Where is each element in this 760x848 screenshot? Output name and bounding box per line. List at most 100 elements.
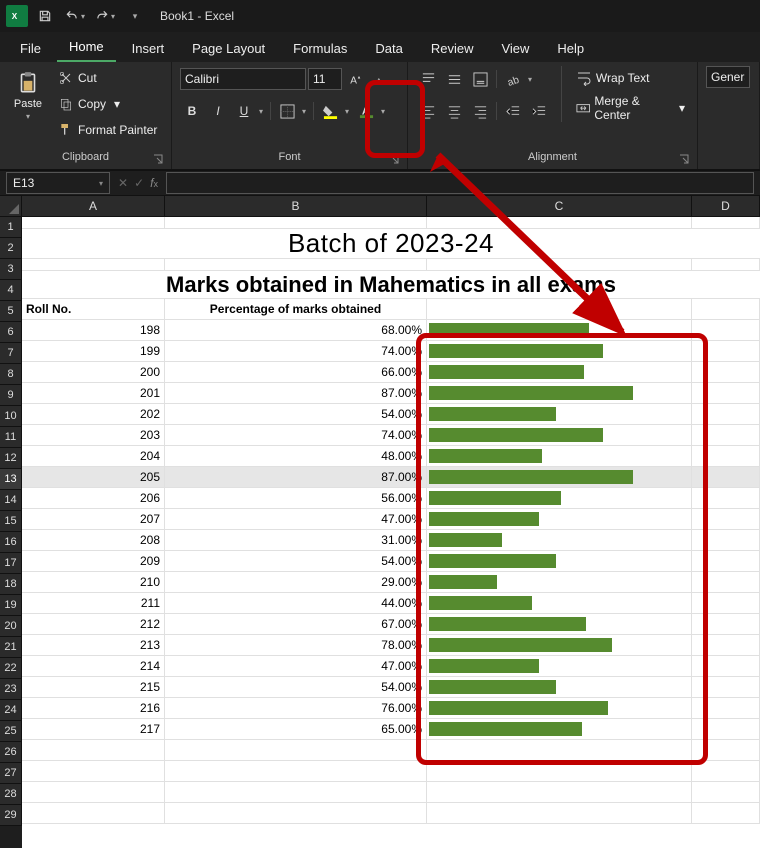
cell-rollno[interactable]: 204 [22, 446, 165, 467]
cell-pct[interactable]: 87.00% [165, 383, 427, 404]
decrease-font-icon[interactable]: A▾ [370, 67, 394, 91]
cell-databar[interactable] [427, 509, 692, 530]
bold-button[interactable]: B [180, 99, 204, 123]
row-header[interactable]: 25 [0, 721, 21, 742]
underline-button[interactable]: U [232, 99, 256, 123]
col-header-A[interactable]: A [22, 196, 165, 216]
alignment-launcher-icon[interactable] [679, 153, 691, 165]
align-left-icon[interactable] [416, 99, 440, 123]
cell-pct[interactable]: 56.00% [165, 488, 427, 509]
increase-indent-icon[interactable] [527, 99, 551, 123]
cell-rollno[interactable]: 203 [22, 425, 165, 446]
cell-databar[interactable] [427, 551, 692, 572]
cell-rollno[interactable]: 205 [22, 467, 165, 488]
cell-pct[interactable]: 67.00% [165, 614, 427, 635]
number-format-select[interactable] [706, 66, 750, 88]
cell-databar[interactable] [427, 341, 692, 362]
cell-pct[interactable]: 74.00% [165, 341, 427, 362]
row-headers[interactable]: 1234567891011121314151617181920212223242… [0, 217, 22, 826]
cell-pct[interactable]: 66.00% [165, 362, 427, 383]
row-header[interactable]: 6 [0, 322, 21, 343]
cell-pct[interactable]: 68.00% [165, 320, 427, 341]
cell-databar[interactable] [427, 656, 692, 677]
cell-pct[interactable]: 76.00% [165, 698, 427, 719]
cell-pct[interactable]: 31.00% [165, 530, 427, 551]
cell-rollno[interactable]: 202 [22, 404, 165, 425]
tab-formulas[interactable]: Formulas [281, 35, 359, 62]
cell-databar[interactable] [427, 698, 692, 719]
cell-rollno[interactable]: 198 [22, 320, 165, 341]
row-header[interactable]: 2 [0, 238, 21, 259]
align-middle-icon[interactable] [442, 67, 466, 91]
cell-pct[interactable]: 54.00% [165, 677, 427, 698]
align-top-icon[interactable] [416, 67, 440, 91]
cancel-formula-icon[interactable]: ✕ [118, 176, 128, 190]
cell-databar[interactable] [427, 404, 692, 425]
row-header[interactable]: 11 [0, 427, 21, 448]
borders-menu[interactable]: ▾ [299, 107, 309, 116]
row-header[interactable]: 9 [0, 385, 21, 406]
cell-rollno[interactable]: 211 [22, 593, 165, 614]
row-header[interactable]: 5 [0, 301, 21, 322]
col-header-C[interactable]: C [427, 196, 692, 216]
cell-rollno[interactable]: 210 [22, 572, 165, 593]
col-header-D[interactable]: D [692, 196, 760, 216]
tab-page-layout[interactable]: Page Layout [180, 35, 277, 62]
cell-pct[interactable]: 47.00% [165, 509, 427, 530]
row-header[interactable]: 4 [0, 280, 21, 301]
align-right-icon[interactable] [468, 99, 492, 123]
decrease-indent-icon[interactable] [501, 99, 525, 123]
cell-rollno[interactable]: 207 [22, 509, 165, 530]
cell-databar[interactable] [427, 593, 692, 614]
cell-databar[interactable] [427, 635, 692, 656]
align-bottom-icon[interactable] [468, 67, 492, 91]
cell-rollno[interactable]: 212 [22, 614, 165, 635]
underline-menu[interactable]: ▾ [256, 107, 266, 116]
font-name-select[interactable] [180, 68, 306, 90]
cell-rollno[interactable]: 208 [22, 530, 165, 551]
redo-icon[interactable]: ▾ [92, 3, 118, 29]
cell-databar[interactable] [427, 467, 692, 488]
cell-rollno[interactable]: 200 [22, 362, 165, 383]
cell-rollno[interactable]: 214 [22, 656, 165, 677]
row-header[interactable]: 15 [0, 511, 21, 532]
tab-insert[interactable]: Insert [120, 35, 177, 62]
format-painter-button[interactable]: Format Painter [54, 118, 161, 142]
tab-file[interactable]: File [8, 35, 53, 62]
row-header[interactable]: 20 [0, 616, 21, 637]
cell-pct[interactable]: 87.00% [165, 467, 427, 488]
row-header[interactable]: 18 [0, 574, 21, 595]
row-header[interactable]: 19 [0, 595, 21, 616]
cell-databar[interactable] [427, 677, 692, 698]
col-header-B[interactable]: B [165, 196, 427, 216]
row-header[interactable]: 29 [0, 805, 21, 826]
cell-grid[interactable]: Batch of 2023-24Marks obtained in Mahema… [22, 217, 760, 848]
row-header[interactable]: 23 [0, 679, 21, 700]
qat-customize-icon[interactable]: ▾ [122, 3, 148, 29]
cell-pct[interactable]: 48.00% [165, 446, 427, 467]
cell-databar[interactable] [427, 320, 692, 341]
cell-pct[interactable]: 54.00% [165, 551, 427, 572]
align-center-icon[interactable] [442, 99, 466, 123]
row-header[interactable]: 17 [0, 553, 21, 574]
save-icon[interactable] [32, 3, 58, 29]
tab-view[interactable]: View [489, 35, 541, 62]
font-color-button[interactable]: A [354, 99, 378, 123]
row-header[interactable]: 3 [0, 259, 21, 280]
increase-font-icon[interactable]: A▴ [344, 67, 368, 91]
fill-color-menu[interactable]: ▾ [342, 107, 352, 116]
cell-databar[interactable] [427, 719, 692, 740]
row-header[interactable]: 10 [0, 406, 21, 427]
row-header[interactable]: 27 [0, 763, 21, 784]
row-header[interactable]: 24 [0, 700, 21, 721]
cell-databar[interactable] [427, 425, 692, 446]
cell-pct[interactable]: 47.00% [165, 656, 427, 677]
cell-pct[interactable]: 65.00% [165, 719, 427, 740]
cell-databar[interactable] [427, 446, 692, 467]
cell-rollno[interactable]: 215 [22, 677, 165, 698]
undo-icon[interactable]: ▾ [62, 3, 88, 29]
cell-rollno[interactable]: 213 [22, 635, 165, 656]
cell-pct[interactable]: 54.00% [165, 404, 427, 425]
tab-review[interactable]: Review [419, 35, 486, 62]
cell-pct[interactable]: 74.00% [165, 425, 427, 446]
